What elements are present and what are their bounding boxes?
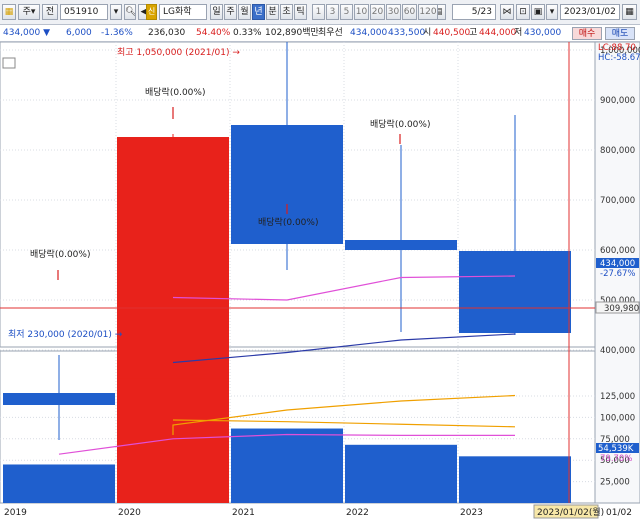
hc-label: HC:-58.67 xyxy=(598,53,640,63)
minute-step-120[interactable]: 120 xyxy=(418,4,438,20)
period-tab-5[interactable]: 초 xyxy=(280,4,293,20)
lock-icon[interactable]: ⊡ xyxy=(516,4,530,20)
price-change: 6,000 xyxy=(66,28,92,38)
price-tick-label: 700,000 xyxy=(600,196,635,206)
open-price: 440,500 xyxy=(433,28,471,38)
buy-button[interactable]: 매수 xyxy=(572,27,602,40)
high-note: 최고 1,050,000 (2021/01) → xyxy=(117,47,240,58)
code-scope-button[interactable]: 전 xyxy=(42,4,58,20)
period-tab-6[interactable]: 틱 xyxy=(294,4,307,20)
x-tick-label: 2022 xyxy=(346,508,369,518)
toolbar: ▦ 주▾ 전 051910 ▾ 🔍︎ ◀ 신 LG화학 ▤ 5/23 ⋈ ⊡ ▣… xyxy=(0,0,640,25)
candle-body xyxy=(459,251,571,333)
date-input[interactable]: 2023/01/02 xyxy=(560,4,620,20)
volume-tick-label: 100,000 xyxy=(600,413,635,423)
minute-step-1[interactable]: 1 xyxy=(312,4,325,20)
x-tick-label: 2021 xyxy=(232,508,255,518)
low-price: 430,000 xyxy=(524,28,562,38)
stock-name: LG화학 xyxy=(159,4,207,20)
x-tick-label: 2019 xyxy=(4,508,27,518)
search-icon[interactable]: 🔍︎ xyxy=(124,4,136,20)
minute-step-20[interactable]: 20 xyxy=(370,4,385,20)
period-tab-2[interactable]: 월 xyxy=(238,4,251,20)
best-label: 최우선 xyxy=(318,28,343,38)
volume-bar xyxy=(345,444,457,503)
sell-button[interactable]: 매도 xyxy=(605,27,635,40)
candle-body xyxy=(117,137,229,405)
x-tick-label: 2023 xyxy=(460,508,483,518)
turnover-pct: 0.33% xyxy=(233,28,262,38)
cursor-date-label: 2023/01/02(월) xyxy=(537,506,604,518)
volume-tick-label: 125,000 xyxy=(600,392,635,402)
volume-ratio: 54.40% xyxy=(196,28,231,38)
price-tick-label: 400,000 xyxy=(600,346,635,356)
date-dropdown-icon[interactable]: ▾ xyxy=(546,4,558,20)
period-tab-4[interactable]: 분 xyxy=(266,4,279,20)
volume-pct-label: 79.70% xyxy=(600,454,632,464)
dividend-note: 배당락(0.00%) xyxy=(370,118,430,130)
price-tick-label: 800,000 xyxy=(600,146,635,156)
candle-body xyxy=(345,240,457,250)
low-label: 저 xyxy=(514,28,523,38)
period-tab-3[interactable]: 년 xyxy=(252,4,265,20)
chart-tool-icon[interactable]: ⋈ xyxy=(500,4,514,20)
minute-step-60[interactable]: 60 xyxy=(402,4,417,20)
low-note: 최저 230,000 (2020/01) → xyxy=(8,329,123,340)
minute-step-3[interactable]: 3 xyxy=(326,4,339,20)
volume-label: 54,539K xyxy=(598,444,634,454)
dividend-note: 배당락(0.00%) xyxy=(258,216,318,228)
current-price-label: 434,000 xyxy=(600,259,635,269)
price-tick-label: 900,000 xyxy=(600,96,635,106)
volume-bar xyxy=(231,428,343,503)
minute-step-30[interactable]: 30 xyxy=(386,4,401,20)
high-price: 444,000 xyxy=(479,28,517,38)
credit-badge: 신 xyxy=(146,4,157,20)
page-indicator: 5/23 xyxy=(452,4,496,20)
code-dropdown-icon[interactable]: ▾ xyxy=(110,4,122,20)
minute-step-10[interactable]: 10 xyxy=(354,4,369,20)
lc-label: LC:88.70 xyxy=(598,43,636,53)
period-tab-0[interactable]: 일 xyxy=(210,4,223,20)
best-bid: 433,500 xyxy=(388,28,426,38)
menu-icon[interactable]: ▦ xyxy=(2,4,16,20)
save-icon[interactable]: ▣ xyxy=(531,4,545,20)
price-change-pct: -1.36% xyxy=(101,28,133,38)
price-tick-label: 600,000 xyxy=(600,246,635,256)
volume-bar xyxy=(3,464,115,503)
volume-bar xyxy=(117,378,229,503)
stock-chart[interactable]: 1,000,000900,000800,000700,000600,000500… xyxy=(0,42,640,520)
x-axis-right-label: 01/02 xyxy=(606,508,632,518)
high-label: 고 xyxy=(469,28,478,38)
panel-menu-icon[interactable] xyxy=(2,57,16,69)
candle-body xyxy=(3,393,115,405)
dividend-note: 배당락(0.00%) xyxy=(30,248,90,260)
dividend-note: 배당락(0.00%) xyxy=(145,86,205,98)
volume-tick-label: 25,000 xyxy=(600,478,630,488)
stock-code-input[interactable]: 051910 xyxy=(60,4,108,20)
best-ask: 434,000 xyxy=(350,28,388,38)
volume-bar xyxy=(459,456,571,503)
current-pct-label: -27.67% xyxy=(600,269,635,279)
x-tick-label: 2020 xyxy=(118,508,141,518)
orange-line-label: 309,980 xyxy=(604,304,639,314)
minute-step-5[interactable]: 5 xyxy=(340,4,353,20)
volume-value: 236,030 xyxy=(148,28,186,38)
trade-amount: 102,890백만 xyxy=(265,28,319,38)
calendar-icon[interactable]: ▦ xyxy=(622,4,637,20)
open-label: 시 xyxy=(423,28,432,38)
code-type-select[interactable]: 주▾ xyxy=(18,4,40,20)
quote-bar: 434,000 ▼ 6,000 -1.36% 236,030 54.40% 0.… xyxy=(0,25,640,42)
current-price: 434,000 ▼ xyxy=(3,28,50,38)
period-tab-1[interactable]: 주 xyxy=(224,4,237,20)
